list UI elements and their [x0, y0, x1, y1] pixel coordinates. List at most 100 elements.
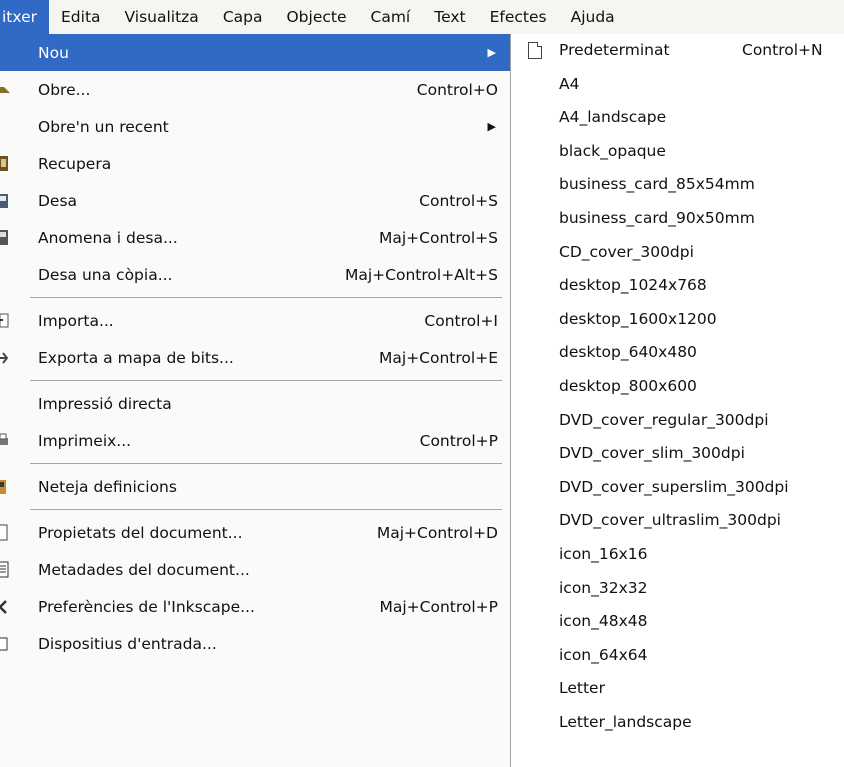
submenu-item-label: icon_32x32 [559, 578, 648, 597]
menu-item-label: Preferències de l'Inkscape... [38, 597, 255, 616]
submenu-item-label: Letter [559, 679, 605, 698]
menu-item-nou[interactable]: Nou ▶ [0, 34, 510, 71]
submenu-item-label: DVD_cover_regular_300dpi [559, 410, 769, 429]
submenu-item-icon-48x48[interactable]: icon_48x48 [512, 605, 844, 639]
export-icon [0, 349, 12, 367]
menu-fitxer[interactable]: itxer [0, 0, 49, 34]
menu-item-prefer-ncies-de-l-inkscape[interactable]: Preferències de l'Inkscape... Maj+Control… [0, 588, 510, 625]
submenu-item-a4-landscape[interactable]: A4_landscape [512, 101, 844, 135]
menu-item-importa[interactable]: Importa... Control+I [0, 302, 510, 339]
submenu-item-dvd-cover-ultraslim-300dpi[interactable]: DVD_cover_ultraslim_300dpi [512, 504, 844, 538]
menu-item-obre-n-un-recent[interactable]: Obre'n un recent ▶ [0, 108, 510, 145]
preferences-icon [0, 598, 12, 616]
submenu-item-a4[interactable]: A4 [512, 68, 844, 102]
revert-icon [0, 155, 12, 173]
menu-item-shortcut: Maj+Control+P [379, 597, 498, 616]
submenu-item-shortcut: Control+N [742, 41, 823, 59]
menu-item-neteja-definicions[interactable]: Neteja definicions [0, 468, 510, 505]
metadata-icon [0, 561, 12, 579]
menu-item-desa-una-c-pia[interactable]: Desa una còpia... Maj+Control+Alt+S [0, 256, 510, 293]
save-icon [0, 192, 12, 210]
menu-item-label: Anomena i desa... [38, 228, 178, 247]
new-submenu: Predeterminat Control+N A4 A4_landscapeblac… [512, 34, 844, 767]
submenu-item-label: desktop_640x480 [559, 343, 697, 362]
menu-item-shortcut: Maj+Control+D [376, 523, 498, 542]
submenu-item-label: icon_64x64 [559, 645, 648, 664]
submenu-item-desktop-1024x768[interactable]: desktop_1024x768 [512, 269, 844, 303]
menu-item-label: Obre... [38, 80, 91, 99]
submenu-item-desktop-1600x1200[interactable]: desktop_1600x1200 [512, 303, 844, 337]
menu-efectes[interactable]: Efectes [478, 0, 559, 34]
menu-objecte[interactable]: Objecte [274, 0, 358, 34]
submenu-item-label: icon_48x48 [559, 612, 648, 631]
menu-ajuda[interactable]: Ajuda [559, 0, 627, 34]
menu-item-shortcut: Control+P [419, 431, 498, 450]
submenu-item-business-card-85x54mm[interactable]: business_card_85x54mm [512, 168, 844, 202]
menu-item-metadades-del-document[interactable]: Metadades del document... [0, 551, 510, 588]
menu-item-shortcut: Control+O [416, 80, 498, 99]
menu-visualitza[interactable]: Visualitza [113, 0, 211, 34]
submenu-item-label: business_card_85x54mm [559, 175, 755, 194]
submenu-item-dvd-cover-slim-300dpi[interactable]: DVD_cover_slim_300dpi [512, 437, 844, 471]
submenu-item-label: DVD_cover_superslim_300dpi [559, 477, 789, 496]
menu-item-desa[interactable]: Desa Control+S [0, 182, 510, 219]
menu-item-shortcut: Control+I [424, 311, 498, 330]
submenu-item-business-card-90x50mm[interactable]: business_card_90x50mm [512, 202, 844, 236]
submenu-item-cd-cover-300dpi[interactable]: CD_cover_300dpi [512, 236, 844, 270]
submenu-item-label: icon_16x16 [559, 544, 648, 563]
document-icon [528, 42, 542, 59]
menu-item-imprimeix[interactable]: Imprimeix... Control+P [0, 422, 510, 459]
menu-item-label: Propietats del document... [38, 523, 243, 542]
submenu-item-letter[interactable]: Letter [512, 672, 844, 706]
save-as-icon [0, 229, 12, 247]
submenu-item-label: DVD_cover_ultraslim_300dpi [559, 511, 781, 530]
menu-item-label: Metadades del document... [38, 560, 250, 579]
menu-item-propietats-del-document[interactable]: Propietats del document... Maj+Control+D [0, 514, 510, 551]
menu-item-impressi-directa[interactable]: Impressió directa [0, 385, 510, 422]
menu-item-obre[interactable]: Obre... Control+O [0, 71, 510, 108]
input-devices-icon [0, 635, 12, 653]
menu-text[interactable]: Text [422, 0, 477, 34]
menu-item-shortcut: Control+S [419, 191, 498, 210]
submenu-item-desktop-800x600[interactable]: desktop_800x600 [512, 370, 844, 404]
submenu-item-label: business_card_90x50mm [559, 208, 755, 227]
menu-item-label: Importa... [38, 311, 114, 330]
menu-item-anomena-i-desa[interactable]: Anomena i desa... Maj+Control+S [0, 219, 510, 256]
menu-item-label: Desa una còpia... [38, 265, 173, 284]
menu-item-exporta-a-mapa-de-bits[interactable]: Exporta a mapa de bits... Maj+Control+E [0, 339, 510, 376]
submenu-item-predeterminat[interactable]: Predeterminat Control+N [512, 34, 844, 68]
menu-item-label: Imprimeix... [38, 431, 132, 450]
menu-item-label: Obre'n un recent [38, 117, 169, 136]
file-menu: Nou ▶ Obre... Control+O Obre'n un recent ▶ Rec… [0, 34, 511, 767]
menu-item-label: Recupera [38, 154, 112, 173]
menu-separator [0, 505, 510, 514]
submenu-item-icon-16x16[interactable]: icon_16x16 [512, 538, 844, 572]
submenu-item-label: desktop_800x600 [559, 376, 697, 395]
submenu-item-dvd-cover-regular-300dpi[interactable]: DVD_cover_regular_300dpi [512, 404, 844, 438]
menu-item-dispositius-d-entrada[interactable]: Dispositius d'entrada... [0, 625, 510, 662]
submenu-item-label: desktop_1600x1200 [559, 309, 717, 328]
submenu-item-black-opaque[interactable]: black_opaque [512, 135, 844, 169]
submenu-item-label: black_opaque [559, 141, 666, 160]
submenu-item-desktop-640x480[interactable]: desktop_640x480 [512, 336, 844, 370]
submenu-item-icon-32x32[interactable]: icon_32x32 [512, 572, 844, 606]
import-icon [0, 312, 12, 330]
menu-edita[interactable]: Edita [49, 0, 113, 34]
menu-capa[interactable]: Capa [211, 0, 275, 34]
menu-item-label: Exporta a mapa de bits... [38, 348, 234, 367]
submenu-item-dvd-cover-superslim-300dpi[interactable]: DVD_cover_superslim_300dpi [512, 471, 844, 505]
menu-item-shortcut: Maj+Control+Alt+S [345, 265, 498, 284]
menu-item-label: Neteja definicions [38, 477, 177, 496]
menu-item-recupera[interactable]: Recupera [0, 145, 510, 182]
submenu-arrow-icon: ▶ [487, 120, 496, 133]
submenu-item-icon-64x64[interactable]: icon_64x64 [512, 639, 844, 673]
submenu-item-label: A4 [559, 74, 580, 93]
menu-separator [0, 293, 510, 302]
menubar: itxer Edita Visualitza Capa Objecte Camí… [0, 0, 844, 34]
print-icon [0, 432, 12, 450]
menu-cami[interactable]: Camí [359, 0, 423, 34]
submenu-item-letter-landscape[interactable]: Letter_landscape [512, 706, 844, 740]
menu-item-shortcut: Maj+Control+E [379, 348, 498, 367]
folder-open-icon [0, 81, 12, 99]
menu-item-label: Impressió directa [38, 394, 172, 413]
